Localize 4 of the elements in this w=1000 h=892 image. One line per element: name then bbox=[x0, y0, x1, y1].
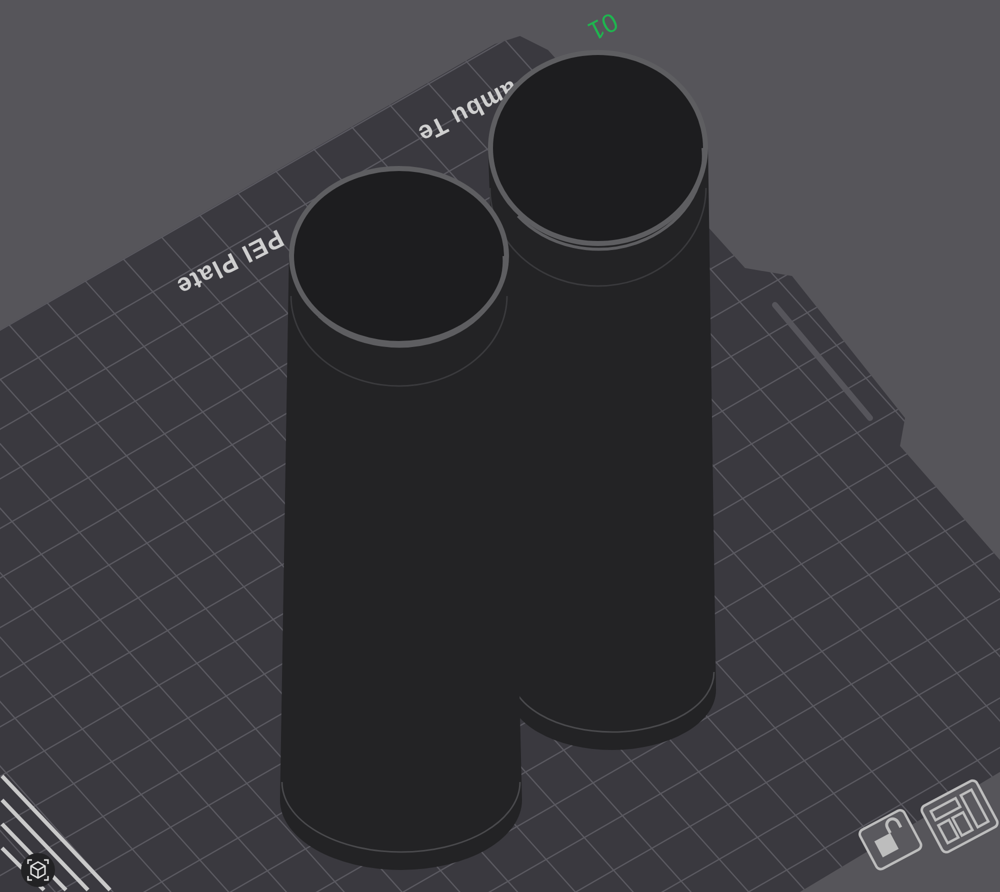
plate-label: PEI Plate bbox=[172, 224, 288, 302]
plate-number: 01 bbox=[584, 6, 623, 47]
view-cube-button[interactable] bbox=[21, 853, 55, 887]
arrange-icon[interactable] bbox=[918, 778, 1000, 856]
